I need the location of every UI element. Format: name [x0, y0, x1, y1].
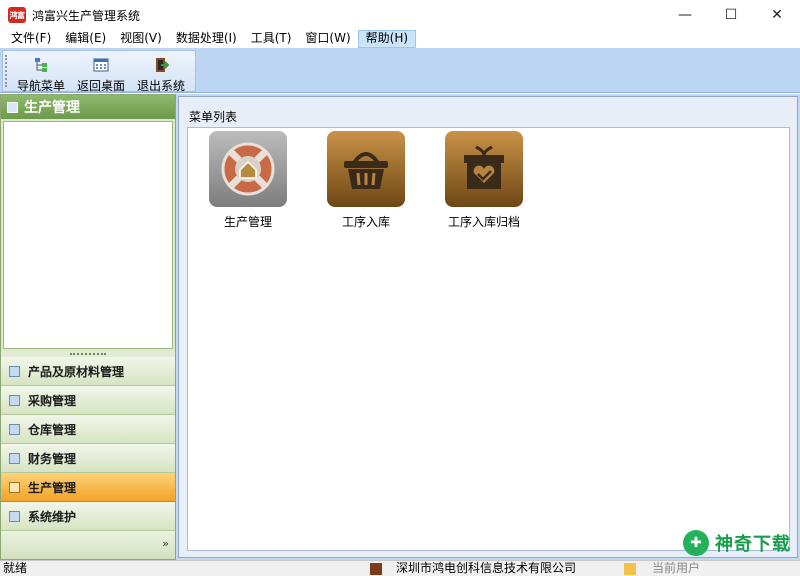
nav-item-label: 产品及原材料管理: [28, 364, 125, 379]
navigation-menu-label: 导航菜单: [16, 79, 65, 93]
menu-help[interactable]: 帮助(H): [357, 30, 417, 48]
nav-item-label: 采购管理: [28, 393, 77, 408]
back-to-desktop-label: 返回桌面: [76, 79, 125, 93]
navigation-menu-button[interactable]: 导航菜单: [11, 51, 71, 93]
nav-item-label: 生产管理: [28, 480, 77, 495]
panel-tree-area[interactable]: [3, 121, 173, 349]
panel-header: 生产管理: [1, 95, 175, 119]
current-user-label: 当前用户: [652, 561, 701, 575]
menu-edit[interactable]: 编辑(E): [58, 30, 113, 48]
nav-square-icon: [9, 452, 20, 464]
nav-item-purchasing[interactable]: 采购管理: [1, 386, 175, 415]
watermark: ✚ 神奇下载: [683, 530, 791, 556]
tile-production-management[interactable]: 生产管理: [188, 131, 308, 230]
tile-process-warehousing[interactable]: 工序入库: [306, 131, 426, 230]
status-user: 当前用户: [624, 561, 700, 576]
nav-square-icon: [9, 423, 20, 435]
gift-box-check-icon: [445, 131, 523, 207]
tile-process-warehousing-archive[interactable]: 工序入库归档: [424, 131, 544, 230]
nav-list: 产品及原材料管理 采购管理 仓库管理 财务管理 生产管理 系统维护: [1, 357, 175, 531]
status-bar: 就绪 深圳市鸿电创科信息技术有限公司 当前用户: [0, 560, 800, 576]
toolbar: 导航菜单 返回桌面 退出系统: [0, 48, 800, 93]
exit-system-button[interactable]: 退出系统: [131, 51, 191, 93]
exit-icon: [153, 57, 169, 73]
lifebuoy-home-icon: [209, 131, 287, 207]
window-title: 鸿富兴生产管理系统: [32, 8, 141, 23]
nav-item-label: 财务管理: [28, 451, 77, 466]
nav-item-label: 仓库管理: [28, 422, 77, 437]
nav-footer: »: [1, 531, 175, 559]
title-bar: 鸿富 鸿富兴生产管理系统 — ☐ ✕: [0, 0, 800, 30]
nav-item-system-maintenance[interactable]: 系统维护: [1, 502, 175, 531]
tile-label: 工序入库: [341, 215, 390, 229]
watermark-logo-icon: ✚: [683, 530, 709, 556]
building-icon: [370, 562, 382, 575]
nav-item-production[interactable]: 生产管理: [1, 473, 175, 502]
menu-list-area: 生产管理 工序入库 工序入库归档: [187, 127, 790, 551]
menu-window[interactable]: 窗口(W): [298, 30, 357, 48]
menu-tools[interactable]: 工具(T): [244, 30, 299, 48]
tile-label: 生产管理: [223, 215, 272, 229]
tile-label: 工序入库归档: [447, 215, 520, 229]
menu-view[interactable]: 视图(V): [113, 30, 169, 48]
panel-square-icon: [7, 101, 18, 113]
nav-item-finance[interactable]: 财务管理: [1, 444, 175, 473]
toolbar-group: 导航菜单 返回桌面 退出系统: [2, 50, 196, 93]
app-logo-text: 鸿富: [9, 10, 26, 20]
close-button[interactable]: ✕: [754, 0, 800, 30]
app-logo-icon: 鸿富: [8, 7, 26, 23]
menu-bar: 文件(F) 编辑(E) 视图(V) 数据处理(I) 工具(T) 窗口(W) 帮助…: [0, 30, 800, 48]
menu-file[interactable]: 文件(F): [4, 30, 58, 48]
nav-square-icon: [9, 481, 20, 493]
menu-data-processing[interactable]: 数据处理(I): [169, 30, 244, 48]
navigation-icon: [33, 57, 49, 73]
menu-list-title: 菜单列表: [189, 110, 238, 124]
chevron-right-double-icon[interactable]: »: [162, 537, 169, 550]
panel-title: 生产管理: [24, 100, 80, 116]
minimize-button[interactable]: —: [662, 0, 708, 30]
nav-square-icon: [9, 365, 20, 377]
nav-item-label: 系统维护: [28, 509, 77, 524]
nav-square-icon: [9, 510, 20, 522]
splitter-grip-icon: [70, 353, 106, 355]
company-name: 深圳市鸿电创科信息技术有限公司: [396, 561, 577, 575]
status-company: 深圳市鸿电创科信息技术有限公司: [370, 561, 576, 576]
nav-item-warehouse[interactable]: 仓库管理: [1, 415, 175, 444]
nav-square-icon: [9, 394, 20, 406]
nav-item-products-materials[interactable]: 产品及原材料管理: [1, 357, 175, 386]
maximize-button[interactable]: ☐: [708, 0, 754, 30]
window-controls: — ☐ ✕: [662, 0, 800, 30]
user-icon: [624, 562, 636, 575]
desktop-icon: [93, 57, 109, 73]
basket-icon: [327, 131, 405, 207]
back-to-desktop-button[interactable]: 返回桌面: [71, 51, 131, 93]
main-panel: 菜单列表 生产管理 工序入库 工序入库归档: [178, 96, 798, 558]
watermark-text: 神奇下载: [715, 534, 791, 555]
toolbar-grip[interactable]: [5, 55, 8, 87]
status-text: 就绪: [3, 561, 28, 575]
exit-system-label: 退出系统: [136, 79, 185, 93]
left-navigation-panel: 生产管理 产品及原材料管理 采购管理 仓库管理 财务管理 生产管理 系统维护 »: [0, 94, 176, 560]
